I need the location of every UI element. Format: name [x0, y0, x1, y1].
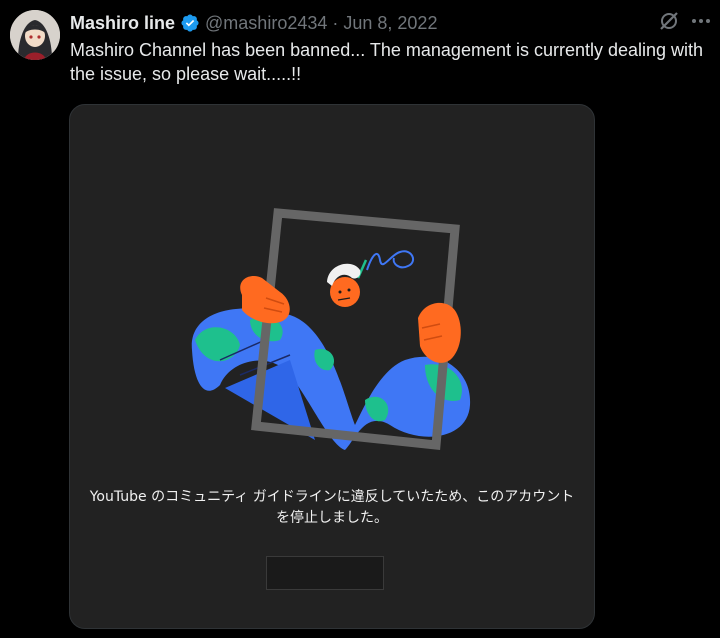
suspension-message: YouTube のコミュニティ ガイドラインに違反していたため、このアカウントを…	[89, 489, 575, 526]
card-action-button[interactable]	[266, 556, 384, 590]
more-icon[interactable]	[690, 10, 712, 37]
avatar[interactable]	[10, 10, 60, 60]
suspension-illustration	[191, 208, 471, 450]
avatar-image	[10, 10, 60, 60]
display-name[interactable]: Mashiro line	[70, 13, 175, 34]
verified-badge-icon[interactable]	[180, 13, 200, 33]
user-handle[interactable]: @mashiro2434	[205, 13, 327, 34]
tweet-header: Mashiro line @mashiro2434 · Jun 8, 2022	[70, 10, 437, 36]
grok-icon[interactable]	[658, 10, 680, 37]
media-card[interactable]: YouTube のコミュニティ ガイドラインに違反していたため、このアカウントを…	[69, 104, 595, 629]
tweet-text: Mashiro Channel has been banned... The m…	[70, 40, 704, 84]
post-date[interactable]: Jun 8, 2022	[343, 13, 437, 34]
separator-dot: ·	[332, 12, 339, 33]
top-actions	[658, 10, 712, 37]
